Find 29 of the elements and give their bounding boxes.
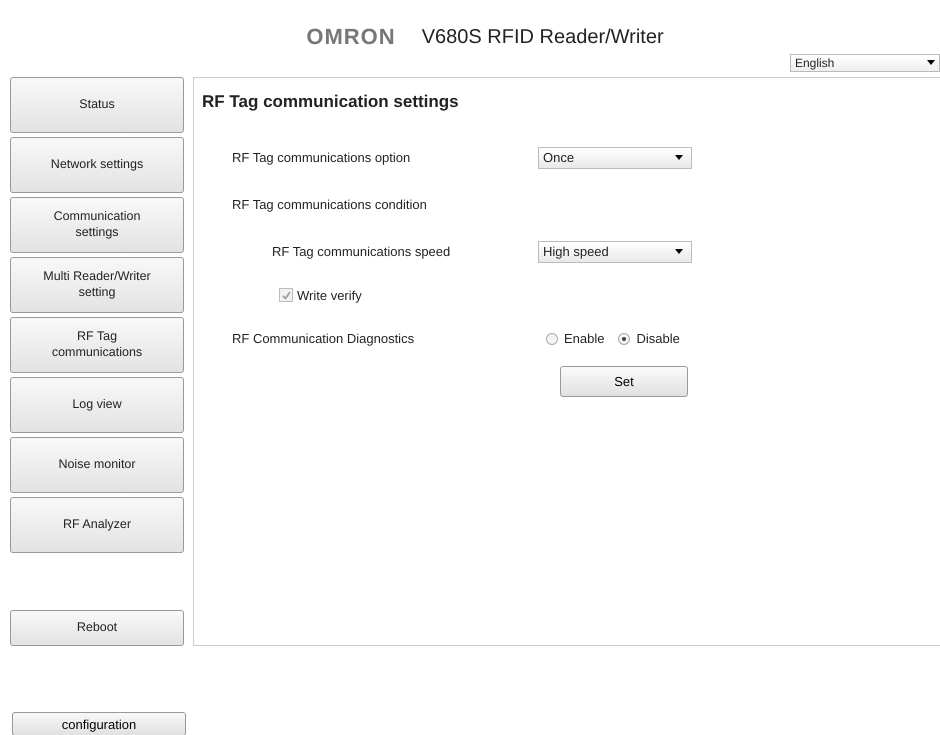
field-label: RF Tag communications speed [271,244,452,259]
configuration-button[interactable]: configuration [12,712,186,735]
nav-button[interactable]: Communication settings [10,197,184,253]
dropdown[interactable]: High speed [538,240,692,262]
app-title: V680S RFID Reader/Writer [422,26,664,48]
nav-button[interactable]: Log view [10,377,184,433]
nav-button[interactable]: Multi Reader/Writer setting [10,257,184,313]
radio-button[interactable] [618,332,630,344]
section-title: RF Tag communication settings [202,91,460,113]
checkbox-label: Write verify [297,288,362,302]
dropdown[interactable]: Once [538,146,692,168]
caret-icon [675,249,683,254]
nav-button[interactable]: RF Analyzer [10,497,184,553]
nav-button[interactable]: Status [10,77,184,133]
radio-label: Enable [564,331,604,346]
language-select[interactable]: English [790,54,940,72]
field-label: RF Tag communications option [232,150,412,165]
set-button[interactable]: Set [560,366,688,397]
logo: OMRON [306,26,396,48]
reboot-button[interactable]: Reboot [10,610,184,646]
caret-icon [927,60,935,65]
field-label: RF Communication Diagnostics [232,331,416,346]
radio-label: Disable [636,331,680,346]
nav-button[interactable]: Network settings [10,137,184,193]
nav-button[interactable]: RF Tag communications [10,317,184,373]
radio-button[interactable] [546,332,558,344]
caret-icon [675,155,683,160]
group-label: RF Tag communications condition [232,197,428,212]
nav-button[interactable]: Noise monitor [10,437,184,493]
